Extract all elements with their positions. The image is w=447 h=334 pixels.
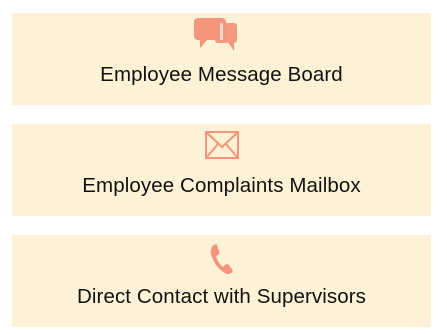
phone-icon [210,244,233,275]
supervisor-contact-card[interactable]: Direct Contact with Supervisors [12,235,431,327]
message-board-label: Employee Message Board [100,63,343,86]
complaints-mailbox-card[interactable]: Employee Complaints Mailbox [12,124,431,216]
supervisor-contact-label: Direct Contact with Supervisors [76,285,367,308]
envelope-icon [204,131,239,159]
message-board-card[interactable]: Employee Message Board [12,13,431,105]
chat-bubbles-icon [193,18,237,51]
complaints-mailbox-label: Employee Complaints Mailbox [82,174,361,197]
